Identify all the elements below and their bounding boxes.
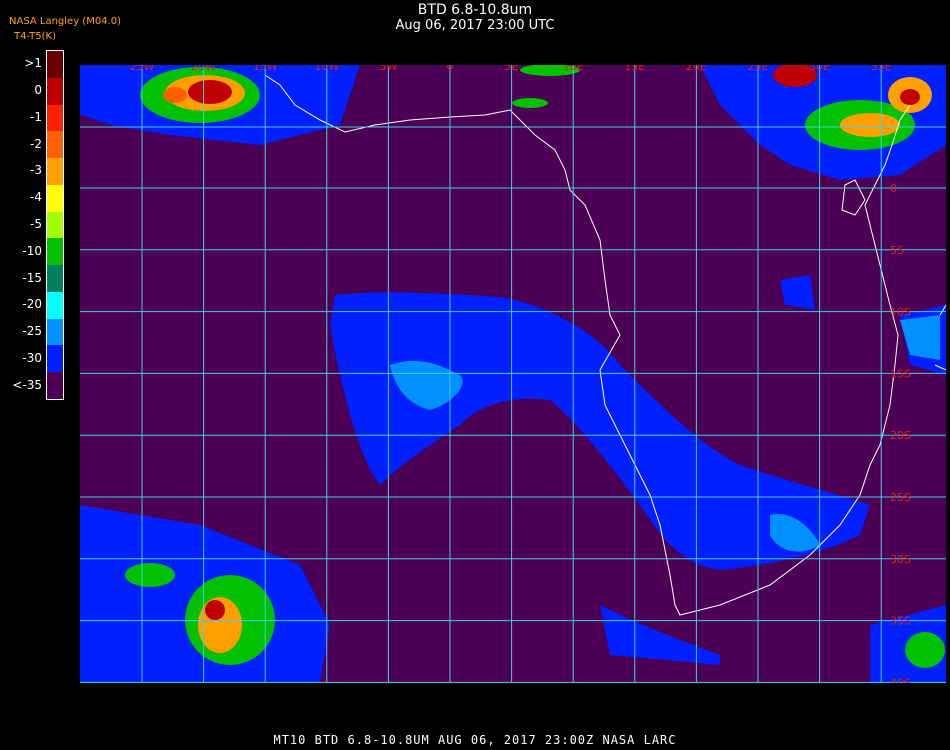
map-title: BTD 6.8-10.8um (417, 2, 533, 18)
lat-label: 25S (890, 491, 911, 504)
footer-caption: MT10 BTD 6.8-10.8UM AUG 06, 2017 23:00Z … (273, 733, 677, 747)
lon-label: 30E (809, 65, 830, 73)
legend-swatch (47, 184, 63, 213)
lon-label: 10W (314, 65, 339, 73)
legend-label: 0 (34, 83, 42, 98)
legend-colorbar (46, 50, 64, 400)
lon-label: 5E (505, 65, 519, 73)
map-timestamp: Aug 06, 2017 23:00 UTC (395, 18, 555, 33)
legend-swatch (47, 318, 63, 346)
legend-label: -4 (30, 190, 42, 205)
legend-label: -5 (30, 217, 42, 231)
legend-swatch (47, 131, 63, 159)
lon-label: 20W (191, 65, 216, 73)
credit-label: NASA Langley (M04.0) (9, 16, 121, 27)
lon-label: 0 (447, 65, 454, 73)
lat-label: 10S (890, 306, 911, 319)
lon-label: 15W (253, 65, 278, 73)
legend-label: -25 (22, 324, 42, 339)
lon-label: 5W (379, 65, 397, 73)
legend-label: -1 (30, 109, 42, 124)
legend-label: -20 (22, 297, 42, 312)
lon-label: 20E (686, 65, 707, 73)
legend-swatch (47, 211, 63, 239)
legend-label: >1 (24, 56, 42, 71)
legend-swatch (47, 238, 63, 266)
lon-label: 25E (748, 65, 769, 73)
lat-label: 30S (890, 553, 911, 566)
lat-label: 35S (890, 615, 911, 628)
legend-label: -3 (30, 163, 42, 178)
legend-swatch (47, 265, 63, 293)
legend-label: <-35 (12, 377, 42, 392)
lat-label: 5S (890, 244, 904, 257)
legend-swatch (47, 345, 63, 373)
legend-label: -2 (30, 136, 42, 151)
legend-swatch (47, 77, 63, 106)
lon-label: 10E (563, 65, 584, 73)
lat-label: 40S (890, 676, 911, 683)
legend-swatch (47, 51, 63, 79)
lat-label: 0 (890, 182, 897, 195)
lon-label: 25W (130, 65, 155, 73)
legend-swatch (47, 291, 63, 320)
legend-label: -30 (22, 350, 42, 365)
lon-label: 35E (871, 65, 892, 73)
lon-label: 15E (624, 65, 645, 73)
legend-label: -10 (22, 243, 42, 258)
lat-label: 20S (890, 429, 911, 442)
lat-label: 15S (890, 367, 911, 380)
legend-swatch (47, 372, 63, 400)
legend-units: T4-T5(K) (14, 31, 56, 42)
satellite-map: 25W 20W 15W 10W 5W 0 5E 10E 15E 20E 25E 30E 35E 0 5S 10… (80, 65, 946, 683)
legend-swatch (47, 104, 63, 132)
legend-swatch (47, 158, 63, 186)
legend-label: -15 (22, 270, 42, 285)
